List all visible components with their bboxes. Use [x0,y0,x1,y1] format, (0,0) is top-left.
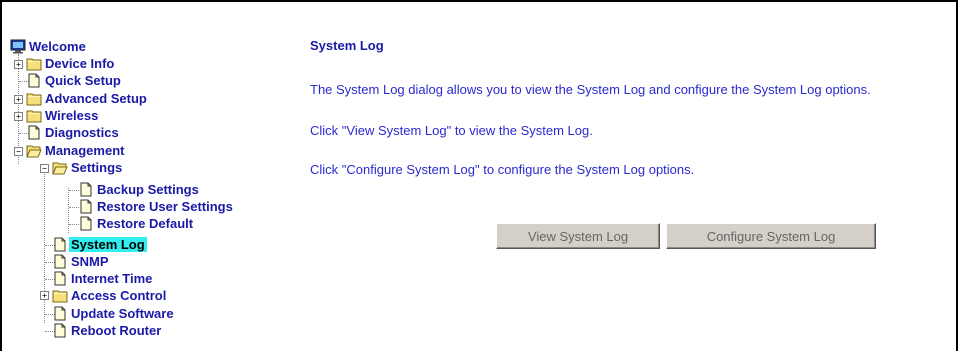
folder-icon [26,91,42,106]
description-text: The System Log dialog allows you to view… [310,82,871,97]
navigation-tree: + + + − − + Welcome Device Info Quick Se… [10,38,290,348]
document-icon [78,182,94,197]
folder-open-icon [52,160,68,175]
document-icon [52,271,68,286]
tree-item-label: Restore Default [97,216,194,231]
tree-item-label: Wireless [45,108,99,123]
tree-item-internet-time[interactable]: Internet Time [52,270,154,287]
tree-item-label: Management [45,143,125,158]
document-icon [52,254,68,269]
tree-item-label: Advanced Setup [45,91,147,106]
tree-item-label: Restore User Settings [97,199,233,214]
tree-item-snmp[interactable]: SNMP [52,253,111,270]
configure-instruction-text: Click "Configure System Log" to configur… [310,162,695,177]
tree-item-welcome[interactable]: Welcome [10,38,88,55]
document-icon [78,216,94,231]
tree-item-wireless[interactable]: Wireless [26,107,100,124]
tree-item-diagnostics[interactable]: Diagnostics [26,124,121,141]
tree-item-label: Backup Settings [97,182,199,197]
expand-toggle-advanced-setup[interactable]: + [14,95,23,104]
tree-item-label: Internet Time [71,271,153,286]
view-instruction-text: Click "View System Log" to view the Syst… [310,123,593,138]
folder-icon [52,288,68,303]
tree-item-restore-default[interactable]: Restore Default [78,215,195,232]
tree-item-label: System Log [69,237,147,252]
tree-item-settings[interactable]: Settings [52,159,124,176]
tree-item-update-software[interactable]: Update Software [52,305,176,322]
folder-icon [26,108,42,123]
view-system-log-button[interactable]: View System Log [496,223,660,249]
tree-item-label: Welcome [29,39,86,54]
document-icon [78,199,94,214]
tree-item-reboot-router[interactable]: Reboot Router [52,322,163,339]
tree-item-management[interactable]: Management [26,142,126,159]
tree-item-backup-settings[interactable]: Backup Settings [78,181,201,198]
expand-toggle-wireless[interactable]: + [14,112,23,121]
tree-line [44,171,45,323]
tree-item-device-info[interactable]: Device Info [26,55,116,72]
tree-item-label: Device Info [45,56,115,71]
expand-toggle-device-info[interactable]: + [14,60,23,69]
document-icon [52,306,68,321]
collapse-toggle-settings[interactable]: − [40,164,49,173]
folder-icon [26,56,42,71]
tree-item-quick-setup[interactable]: Quick Setup [26,72,123,89]
page-title: System Log [310,38,384,53]
tree-item-label: Access Control [71,288,167,303]
document-icon [52,237,68,252]
computer-monitor-icon [10,39,26,54]
tree-item-advanced-setup[interactable]: Advanced Setup [26,90,149,107]
folder-open-icon [26,143,42,158]
document-icon [26,73,42,88]
tree-item-access-control[interactable]: Access Control [52,287,168,304]
expand-toggle-access-control[interactable]: + [40,291,49,300]
configure-system-log-button[interactable]: Configure System Log [666,223,876,249]
tree-item-label: SNMP [71,254,109,269]
document-icon [52,323,68,338]
tree-item-label: Reboot Router [71,323,162,338]
tree-item-restore-user-settings[interactable]: Restore User Settings [78,198,235,215]
tree-item-label: Settings [71,160,123,175]
tree-line [68,188,69,233]
document-icon [26,125,42,140]
tree-item-label: Update Software [71,306,174,321]
tree-item-label: Quick Setup [45,73,121,88]
tree-item-system-log[interactable]: System Log [52,236,147,253]
tree-item-label: Diagnostics [45,125,119,140]
collapse-toggle-management[interactable]: − [14,147,23,156]
